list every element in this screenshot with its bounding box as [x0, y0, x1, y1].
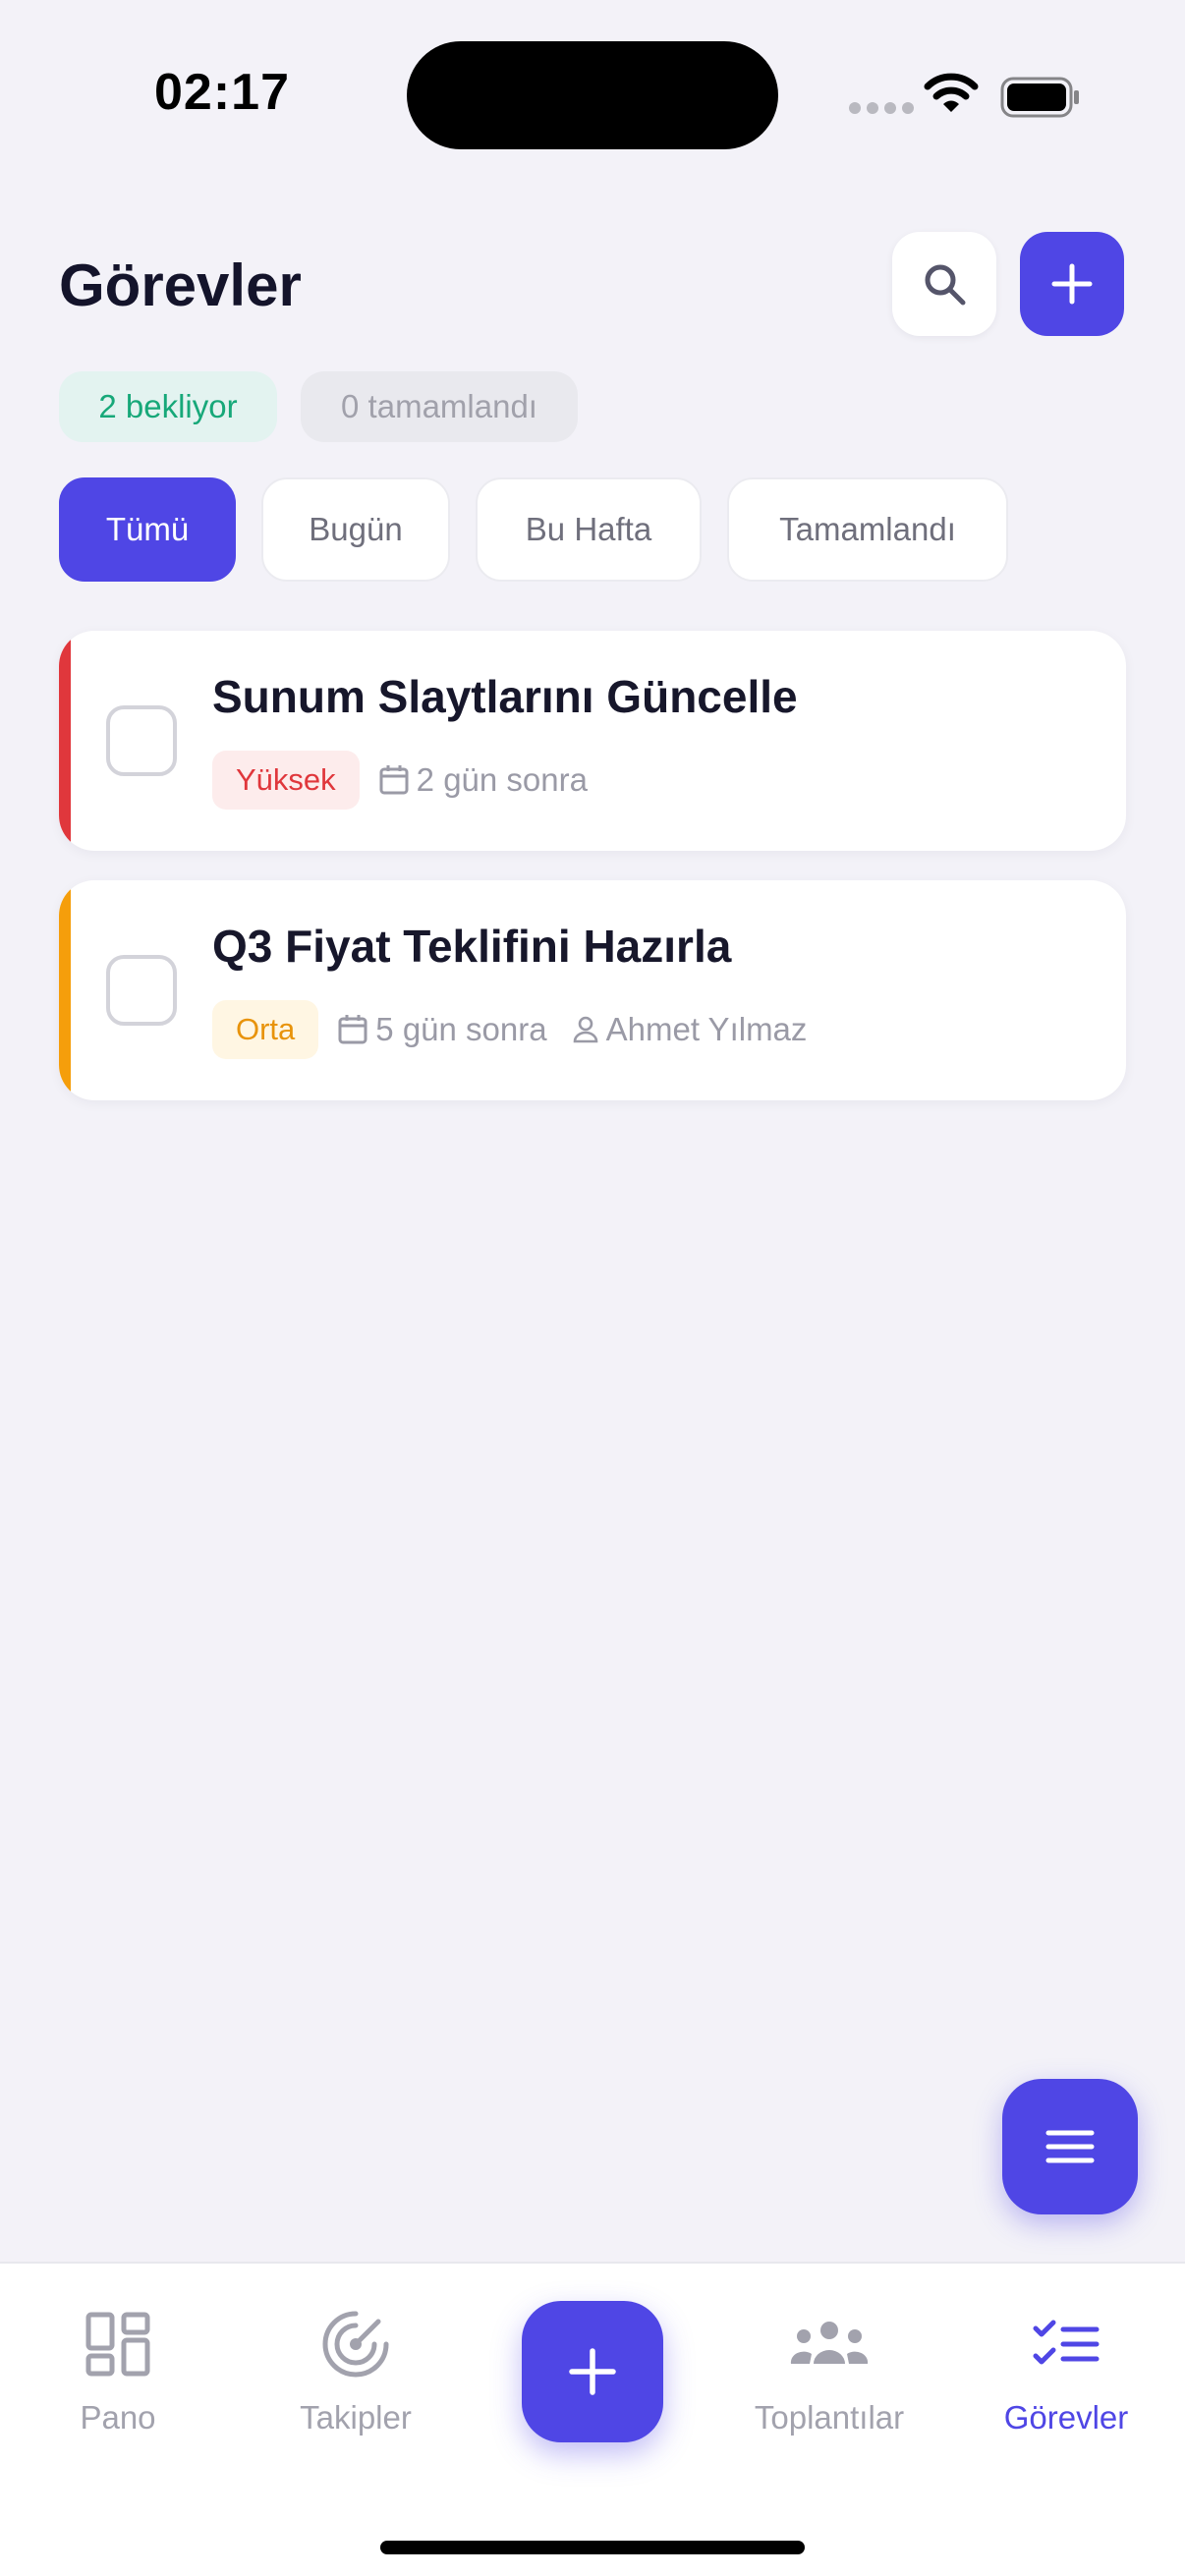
priority-accent-bar: [59, 631, 71, 851]
home-indicator: [380, 2541, 805, 2554]
nav-label: Takipler: [300, 2399, 412, 2436]
people-icon: [788, 2303, 871, 2385]
nav-item-gorevler[interactable]: Görevler: [958, 2303, 1174, 2436]
task-card[interactable]: Sunum Slaytlarını Güncelle Yüksek 2 gün …: [59, 631, 1126, 851]
tab-completed[interactable]: Tamamlandı: [727, 477, 1008, 582]
nav-label: Pano: [80, 2399, 156, 2436]
calendar-icon: [338, 1014, 367, 1045]
calendar-icon: [379, 764, 409, 796]
task-title: Q3 Fiyat Teklifini Hazırla: [212, 921, 732, 972]
task-checkbox[interactable]: [106, 705, 177, 776]
task-card[interactable]: Q3 Fiyat Teklifini Hazırla Orta 5 gün so…: [59, 880, 1126, 1100]
nav-item-toplantilar[interactable]: Toplantılar: [721, 2303, 937, 2436]
menu-icon: [1045, 2130, 1095, 2163]
nav-item-pano[interactable]: Pano: [10, 2303, 226, 2436]
due-date: 2 gün sonra: [416, 761, 588, 798]
tab-all[interactable]: Tümü: [59, 477, 236, 582]
page-title: Görevler: [59, 252, 302, 318]
tab-today[interactable]: Bugün: [261, 477, 450, 582]
add-task-button[interactable]: [1020, 232, 1124, 336]
pending-count-badge: 2 bekliyor: [59, 371, 277, 442]
wifi-icon: [924, 73, 979, 112]
menu-fab-button[interactable]: [1002, 2079, 1138, 2214]
radar-icon: [321, 2303, 390, 2385]
nav-label: Görevler: [1003, 2399, 1129, 2436]
assignee: Ahmet Yılmaz: [605, 1011, 808, 1047]
due-date: 5 gün sonra: [375, 1011, 547, 1047]
nav-item-takipler[interactable]: Takipler: [248, 2303, 464, 2436]
center-add-button[interactable]: [522, 2301, 663, 2442]
cellular-signal-icon: [849, 102, 914, 114]
task-title: Sunum Slaytlarını Güncelle: [212, 671, 798, 722]
completed-count-badge: 0 tamamlandı: [301, 371, 578, 442]
status-time: 02:17: [154, 64, 290, 121]
dynamic-island: [407, 41, 778, 149]
priority-badge: Orta: [212, 1000, 319, 1059]
priority-accent-bar: [59, 880, 71, 1100]
task-checkbox[interactable]: [106, 955, 177, 1026]
plus-icon: [569, 2348, 616, 2395]
tab-this-week[interactable]: Bu Hafta: [476, 477, 702, 582]
person-icon: [573, 1016, 598, 1043]
battery-icon: [1000, 77, 1079, 118]
bottom-nav: Pano Takipler Toplantılar Görevler: [0, 2262, 1185, 2576]
dashboard-icon: [85, 2303, 150, 2385]
priority-badge: Yüksek: [212, 751, 360, 810]
task-meta: Yüksek 2 gün sonra: [212, 751, 613, 810]
nav-label: Toplantılar: [754, 2399, 905, 2436]
search-icon: [925, 264, 966, 306]
search-button[interactable]: [892, 232, 996, 336]
task-meta: Orta 5 gün sonra Ahmet Yılmaz: [212, 1000, 832, 1059]
tasks-icon: [1032, 2303, 1100, 2385]
plus-icon: [1051, 263, 1093, 305]
